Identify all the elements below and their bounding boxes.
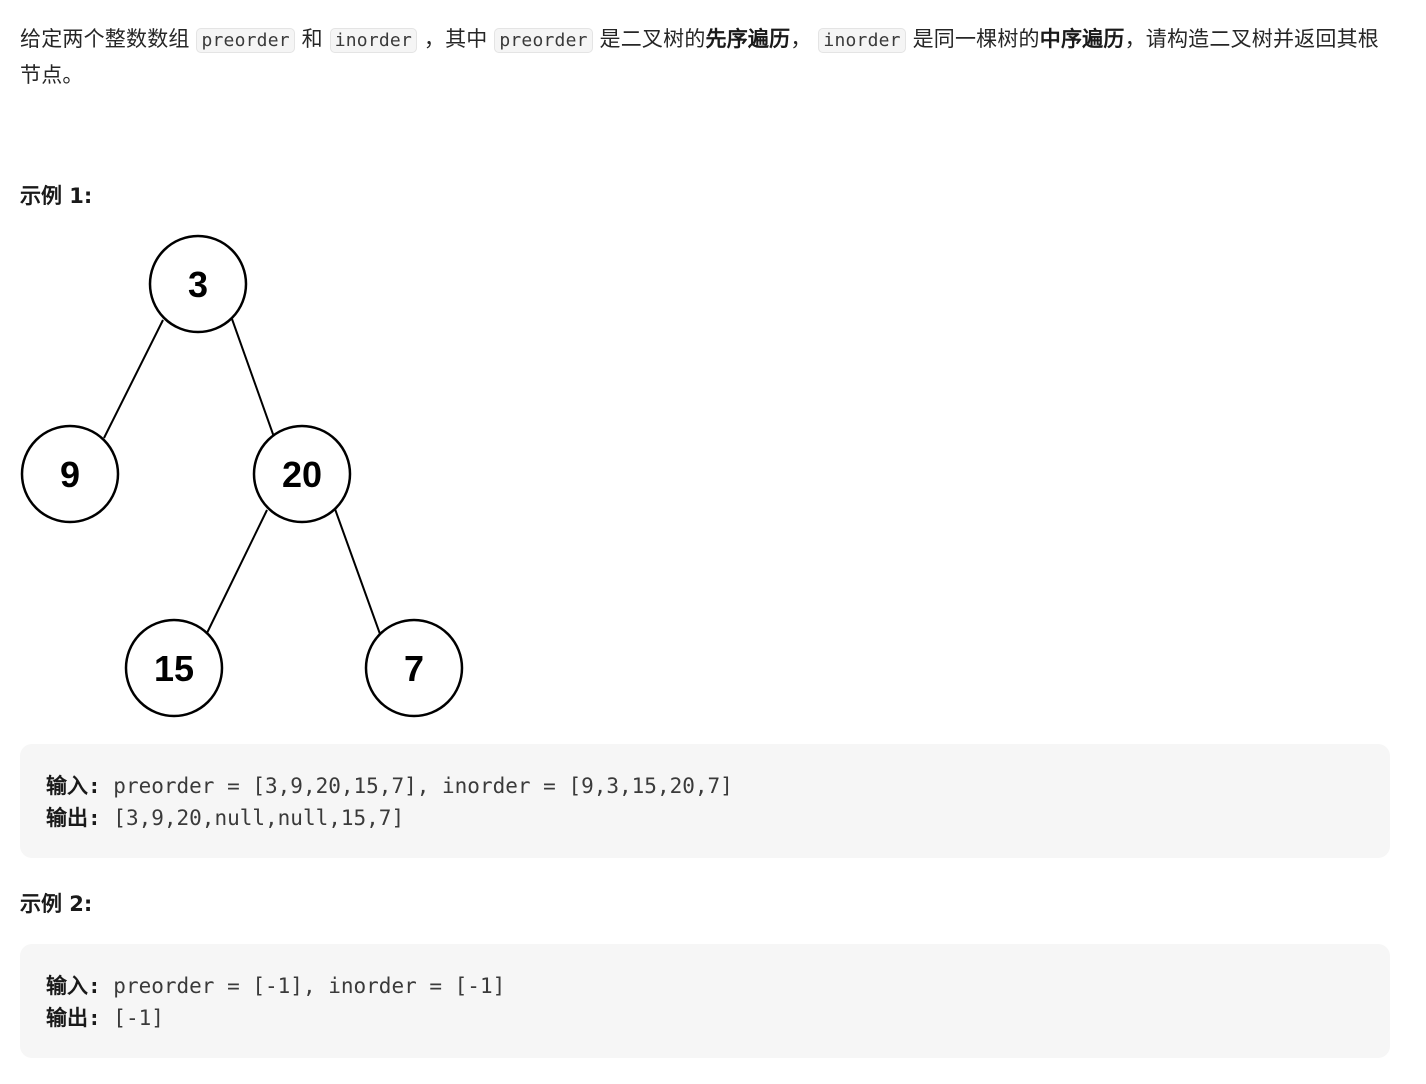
tree-node-label: 7	[404, 648, 424, 689]
example-output-line: 输出: [3,9,20,null,null,15,7]	[46, 802, 1364, 834]
output-value: [3,9,20,null,null,15,7]	[100, 806, 405, 830]
example-2-heading: 示例 2:	[20, 892, 93, 916]
desc-text: ，	[790, 27, 819, 51]
code-preorder: preorder	[196, 28, 295, 53]
output-label: 输出:	[46, 1006, 101, 1030]
output-label: 输出:	[46, 806, 101, 830]
code-inorder: inorder	[329, 28, 417, 53]
desc-text: 和	[294, 27, 330, 51]
binary-tree-diagram: 3 9 20 15 7	[20, 234, 464, 718]
tree-node-label: 3	[188, 264, 208, 305]
tree-node-label: 20	[282, 454, 322, 495]
input-value: preorder = [3,9,20,15,7], inorder = [9,3…	[100, 774, 733, 798]
input-label: 输入:	[46, 974, 101, 998]
tree-node-label: 15	[154, 648, 194, 689]
code-inorder: inorder	[818, 28, 906, 53]
example-2-code-block: 输入: preorder = [-1], inorder = [-1] 输出: …	[20, 944, 1390, 1058]
desc-text: 是二叉树的	[592, 27, 706, 51]
tree-edge	[334, 508, 381, 635]
code-preorder: preorder	[494, 28, 593, 53]
tree-node-label: 9	[60, 454, 80, 495]
tree-edge	[103, 319, 164, 439]
tree-edge	[231, 318, 275, 438]
output-value: [-1]	[100, 1006, 164, 1030]
input-label: 输入:	[46, 774, 101, 798]
example-1-code-block: 输入: preorder = [3,9,20,15,7], inorder = …	[20, 744, 1390, 858]
example-1-heading: 示例 1:	[20, 184, 93, 208]
example-input-line: 输入: preorder = [3,9,20,15,7], inorder = …	[46, 770, 1364, 802]
desc-text: ，其中	[417, 27, 495, 51]
problem-description: 给定两个整数数组 preorder 和 inorder ，其中 preorder…	[20, 22, 1390, 92]
tree-edge	[206, 509, 268, 634]
desc-text: 是同一棵树的	[905, 27, 1040, 51]
bold-inorder-traversal: 中序遍历	[1039, 27, 1125, 51]
bold-preorder-traversal: 先序遍历	[705, 27, 791, 51]
example-input-line: 输入: preorder = [-1], inorder = [-1]	[46, 970, 1364, 1002]
desc-text: 给定两个整数数组	[20, 27, 197, 51]
input-value: preorder = [-1], inorder = [-1]	[100, 974, 506, 998]
example-output-line: 输出: [-1]	[46, 1002, 1364, 1034]
